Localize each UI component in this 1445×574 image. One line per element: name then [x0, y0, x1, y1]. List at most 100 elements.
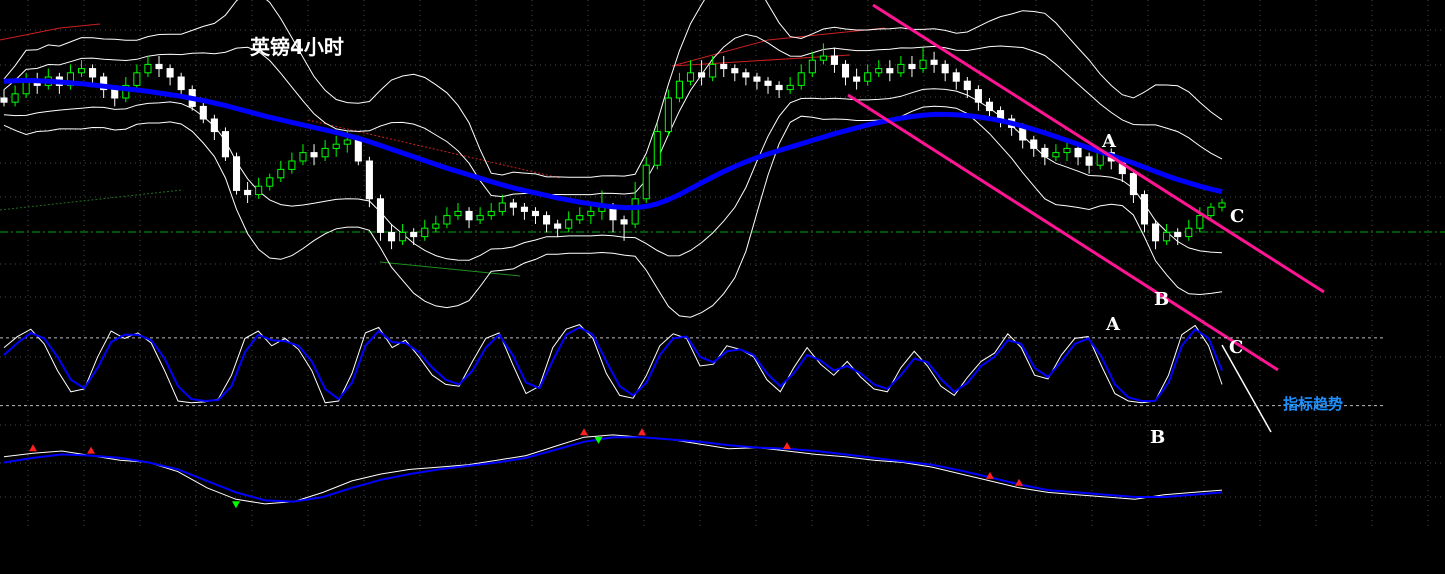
- chart-title: 英镑4小时: [250, 35, 344, 59]
- candle-body: [830, 55, 838, 65]
- candle-body: [177, 76, 185, 91]
- candle-body: [897, 63, 905, 74]
- candle-body: [421, 227, 429, 238]
- bollinger-upper-band: [3, 33, 1223, 198]
- candle-body: [111, 89, 119, 99]
- candle-body: [875, 68, 883, 74]
- candle-body: [1218, 202, 1226, 208]
- candle-body: [797, 72, 805, 86]
- candle-body: [720, 63, 728, 70]
- candle-body: [808, 59, 816, 74]
- sell-signal-marker: [232, 501, 240, 509]
- stochastic-d-line: [3, 326, 1223, 403]
- candle-body: [498, 202, 506, 212]
- buy-signal-marker: [638, 428, 646, 436]
- support-trendline: [0, 189, 183, 211]
- candle-body: [1041, 147, 1049, 158]
- candle-body: [1152, 223, 1160, 242]
- candle-body: [221, 131, 229, 158]
- bollinger-lower-band: [3, 88, 1223, 261]
- candle-body: [941, 63, 949, 74]
- candle-body: [864, 72, 872, 82]
- candle-body: [853, 76, 861, 82]
- price-label-a: A: [1101, 131, 1117, 152]
- candle-body: [620, 219, 628, 225]
- candle-body: [332, 143, 340, 149]
- stochastic-label-c: C: [1229, 337, 1243, 358]
- grid: [0, 0, 1445, 530]
- candle-body: [144, 63, 152, 74]
- candle-body: [587, 210, 595, 217]
- candle-body: [952, 72, 960, 82]
- candle-body: [244, 189, 252, 196]
- reference-lines: [0, 23, 1445, 277]
- candle-body: [89, 68, 97, 78]
- candle-body: [576, 215, 584, 221]
- candle-body: [819, 55, 827, 61]
- candle-body: [1063, 147, 1071, 154]
- candle-body: [709, 63, 717, 78]
- candle-body: [321, 147, 329, 158]
- candle-body: [554, 223, 562, 229]
- candle-body: [277, 168, 285, 179]
- candle-body: [1074, 147, 1082, 158]
- candle-body: [509, 202, 517, 208]
- candle-body: [210, 118, 218, 133]
- candle-body: [686, 72, 695, 82]
- candle-body: [232, 156, 241, 191]
- candle-body: [288, 160, 296, 170]
- candle-body: [166, 68, 174, 78]
- trend-channels: [847, 3, 1325, 433]
- candle-body: [1207, 206, 1215, 217]
- candle-body: [1052, 152, 1060, 158]
- candle-body: [266, 177, 274, 187]
- candle-body: [742, 72, 750, 78]
- stochastic-label-a: A: [1105, 314, 1121, 335]
- candle-body: [343, 139, 351, 145]
- candle-body: [454, 210, 462, 217]
- candle-body: [443, 215, 451, 225]
- candle-body: [565, 219, 573, 229]
- channel-upper-line: [872, 3, 1325, 294]
- buy-signal-marker: [580, 428, 588, 436]
- candle-body: [764, 80, 772, 86]
- forex-chart-panel: 英镑4小时 A B C A B C 指标趋势: [0, 0, 1445, 574]
- resistance-trendline: [307, 119, 561, 179]
- indicator-trend-note: 指标趋势: [1283, 395, 1343, 413]
- candle-body: [354, 139, 362, 162]
- candle-body: [22, 80, 30, 95]
- candle-body: [1163, 231, 1171, 242]
- candle-body: [543, 215, 551, 225]
- candle-body: [1030, 139, 1038, 149]
- candle-body: [465, 210, 473, 221]
- buy-signal-marker: [1015, 478, 1023, 486]
- candle-body: [653, 131, 661, 166]
- candle-body: [664, 97, 672, 133]
- price-label-b: B: [1154, 289, 1169, 310]
- oscillator-fast-line: [3, 434, 1223, 505]
- candle-body: [1196, 215, 1204, 229]
- candle-body: [631, 198, 639, 225]
- buy-signal-marker: [87, 446, 95, 454]
- candle-body: [365, 160, 373, 200]
- candle-body: [77, 68, 86, 74]
- candle-body: [410, 231, 418, 238]
- candle-body: [1085, 156, 1093, 166]
- candle-body: [974, 89, 982, 103]
- candle-body: [642, 164, 650, 200]
- candle-body: [963, 80, 971, 91]
- candle-body: [841, 63, 850, 78]
- stochastic-label-b: B: [1150, 427, 1165, 448]
- buy-signal-marker: [783, 442, 791, 449]
- price-label-c: C: [1230, 206, 1244, 227]
- candle-body: [775, 84, 783, 91]
- candle-body: [786, 84, 794, 91]
- candle-body: [997, 110, 1005, 120]
- candle-body: [299, 152, 307, 162]
- candle-body: [930, 59, 938, 65]
- candle-body: [487, 210, 495, 217]
- candle-body: [731, 68, 739, 74]
- candle-body: [1140, 194, 1149, 225]
- candle-body: [155, 63, 163, 70]
- candle-body: [886, 68, 894, 74]
